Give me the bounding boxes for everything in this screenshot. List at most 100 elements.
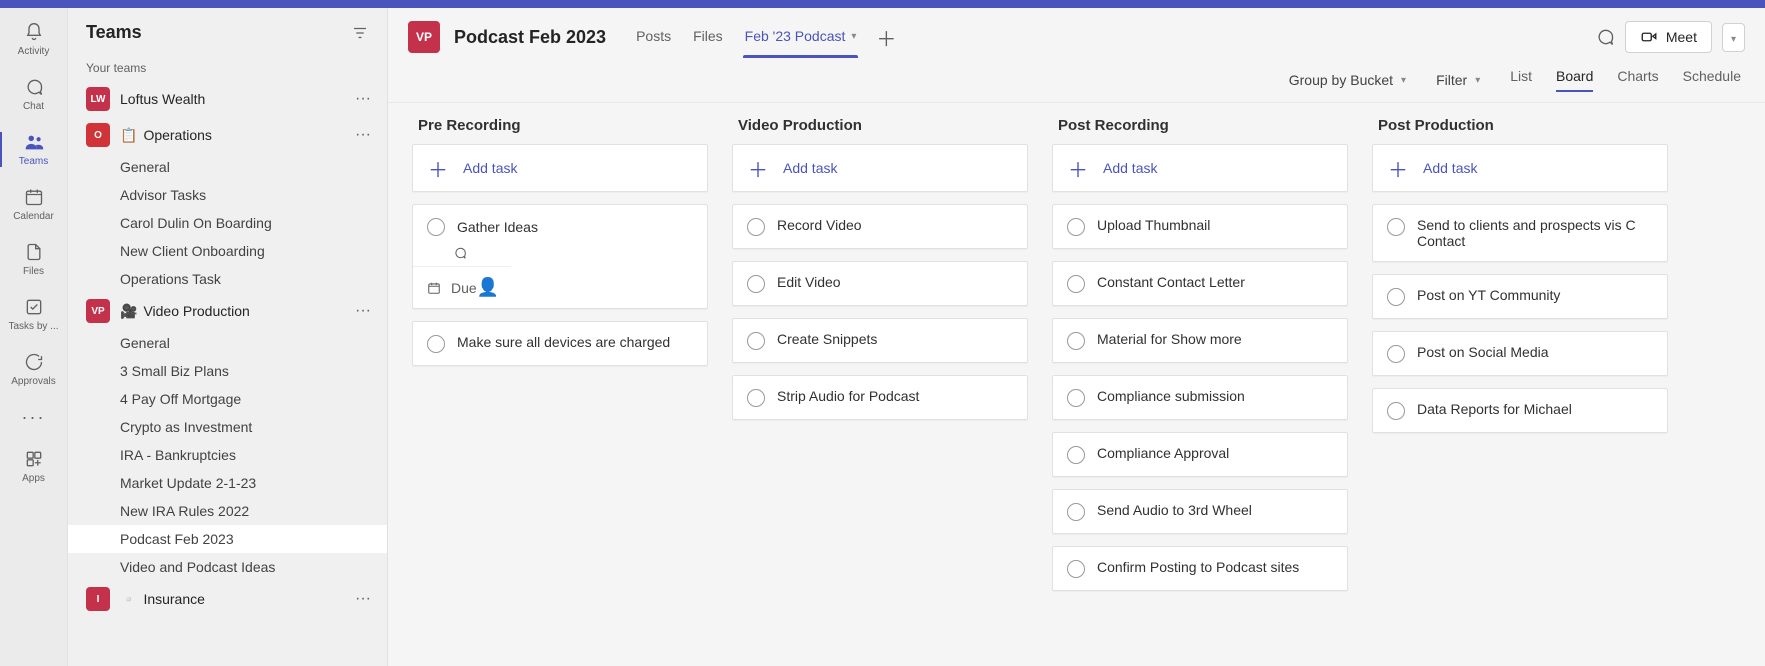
rail-tasks[interactable]: Tasks by ... — [0, 289, 67, 340]
more-icon[interactable]: ··· — [351, 127, 375, 143]
task-card[interactable]: Strip Audio for Podcast — [732, 375, 1028, 420]
complete-toggle[interactable] — [747, 218, 765, 236]
rail-teams[interactable]: Teams — [0, 124, 67, 175]
complete-toggle[interactable] — [747, 275, 765, 293]
task-card[interactable]: Send to clients and prospects vis C Cont… — [1372, 204, 1668, 262]
task-card[interactable]: Create Snippets — [732, 318, 1028, 363]
view-charts[interactable]: Charts — [1617, 68, 1658, 92]
task-card[interactable]: Post on YT Community — [1372, 274, 1668, 319]
add-tab-button[interactable]: ＋ — [868, 23, 904, 52]
rail-files[interactable]: Files — [0, 234, 67, 285]
files-icon — [22, 240, 46, 264]
complete-toggle[interactable] — [427, 218, 445, 236]
tab-posts[interactable]: Posts — [626, 16, 681, 58]
task-card[interactable]: Make sure all devices are charged — [412, 321, 708, 366]
complete-toggle[interactable] — [747, 389, 765, 407]
complete-toggle[interactable] — [1067, 332, 1085, 350]
team-emoji-icon: 📋 — [120, 127, 137, 144]
channel-item[interactable]: Operations Task — [68, 265, 387, 293]
channel-item[interactable]: Advisor Tasks — [68, 181, 387, 209]
complete-toggle[interactable] — [1387, 218, 1405, 236]
team-emoji-icon: 🎥 — [120, 303, 137, 320]
task-card[interactable]: Compliance submission — [1052, 375, 1348, 420]
assignee-avatar[interactable]: 👤 — [477, 277, 497, 298]
group-by-dropdown[interactable]: Group by Bucket ▾ — [1289, 72, 1406, 88]
channel-tabs: Posts Files Feb '23 Podcast ▾ ＋ — [626, 16, 904, 58]
task-card[interactable]: Gather Ideas Due — [412, 204, 708, 309]
more-icon[interactable]: ··· — [351, 591, 375, 607]
add-task-button[interactable]: ＋Add task — [1052, 144, 1348, 192]
task-card[interactable]: Edit Video — [732, 261, 1028, 306]
more-icon[interactable]: ··· — [351, 303, 375, 319]
complete-toggle[interactable] — [1387, 402, 1405, 420]
complete-toggle[interactable] — [1067, 446, 1085, 464]
task-card[interactable]: Post on Social Media — [1372, 331, 1668, 376]
team-row[interactable]: O 📋 Operations ··· — [68, 117, 387, 153]
task-card[interactable]: Data Reports for Michael — [1372, 388, 1668, 433]
channel-item[interactable]: New Client Onboarding — [68, 237, 387, 265]
rail-calendar[interactable]: Calendar — [0, 179, 67, 230]
task-card[interactable]: Record Video — [732, 204, 1028, 249]
complete-toggle[interactable] — [1067, 560, 1085, 578]
more-icon[interactable]: ··· — [351, 91, 375, 107]
task-card[interactable]: Send Audio to 3rd Wheel — [1052, 489, 1348, 534]
complete-toggle[interactable] — [1067, 275, 1085, 293]
task-card[interactable]: Confirm Posting to Podcast sites — [1052, 546, 1348, 591]
conversation-icon[interactable] — [1595, 27, 1615, 47]
channel-item[interactable]: Video and Podcast Ideas — [68, 553, 387, 581]
team-name: 🎥 Video Production — [120, 303, 250, 320]
task-card[interactable]: Compliance Approval — [1052, 432, 1348, 477]
task-card[interactable]: Upload Thumbnail — [1052, 204, 1348, 249]
add-task-button[interactable]: ＋Add task — [732, 144, 1028, 192]
team-name: 📋 Operations — [120, 127, 212, 144]
rail-activity[interactable]: Activity — [0, 14, 67, 65]
task-title: Material for Show more — [1097, 331, 1242, 347]
filter-icon[interactable] — [351, 24, 369, 42]
complete-toggle[interactable] — [1387, 288, 1405, 306]
rail-approvals[interactable]: Approvals — [0, 344, 67, 395]
channel-item[interactable]: IRA - Bankruptcies — [68, 441, 387, 469]
rail-label: Apps — [22, 473, 45, 484]
bucket-column: Video Production＋Add task Record Video E… — [732, 103, 1028, 642]
task-title: Send to clients and prospects vis C Cont… — [1417, 217, 1653, 249]
view-board[interactable]: Board — [1556, 68, 1593, 92]
task-title: Compliance Approval — [1097, 445, 1229, 461]
channel-item[interactable]: Crypto as Investment — [68, 413, 387, 441]
team-name: ▫️ Insurance — [120, 591, 205, 608]
team-row[interactable]: I ▫️ Insurance ··· — [68, 581, 387, 617]
rail-chat[interactable]: Chat — [0, 69, 67, 120]
team-row[interactable]: VP 🎥 Video Production ··· — [68, 293, 387, 329]
complete-toggle[interactable] — [427, 335, 445, 353]
channel-item[interactable]: 4 Pay Off Mortgage — [68, 385, 387, 413]
add-task-button[interactable]: ＋Add task — [412, 144, 708, 192]
team-row[interactable]: LW Loftus Wealth ··· — [68, 81, 387, 117]
task-card[interactable]: Material for Show more — [1052, 318, 1348, 363]
bucket-title: Video Production — [732, 103, 1028, 144]
rail-more[interactable]: ··· — [0, 399, 67, 437]
channel-item[interactable]: General — [68, 329, 387, 357]
group-by-label: Group by Bucket — [1289, 72, 1393, 88]
task-title: Edit Video — [777, 274, 841, 290]
complete-toggle[interactable] — [1387, 345, 1405, 363]
meet-button[interactable]: Meet — [1625, 21, 1712, 53]
rail-apps[interactable]: Apps — [0, 441, 67, 492]
channel-item[interactable]: Market Update 2-1-23 — [68, 469, 387, 497]
add-task-button[interactable]: ＋Add task — [1372, 144, 1668, 192]
channel-item[interactable]: 3 Small Biz Plans — [68, 357, 387, 385]
view-list[interactable]: List — [1510, 68, 1532, 92]
channel-item[interactable]: General — [68, 153, 387, 181]
channel-item[interactable]: Podcast Feb 2023 — [68, 525, 387, 553]
complete-toggle[interactable] — [747, 332, 765, 350]
tab-files[interactable]: Files — [683, 16, 733, 58]
tab-label: Files — [693, 28, 723, 44]
complete-toggle[interactable] — [1067, 503, 1085, 521]
complete-toggle[interactable] — [1067, 218, 1085, 236]
tab-planner[interactable]: Feb '23 Podcast ▾ — [735, 16, 867, 58]
complete-toggle[interactable] — [1067, 389, 1085, 407]
channel-item[interactable]: Carol Dulin On Boarding — [68, 209, 387, 237]
channel-item[interactable]: New IRA Rules 2022 — [68, 497, 387, 525]
task-card[interactable]: Constant Contact Letter — [1052, 261, 1348, 306]
meet-dropdown-button[interactable]: ▾ — [1722, 23, 1745, 52]
filter-dropdown[interactable]: Filter ▾ — [1436, 72, 1480, 88]
view-schedule[interactable]: Schedule — [1683, 68, 1741, 92]
